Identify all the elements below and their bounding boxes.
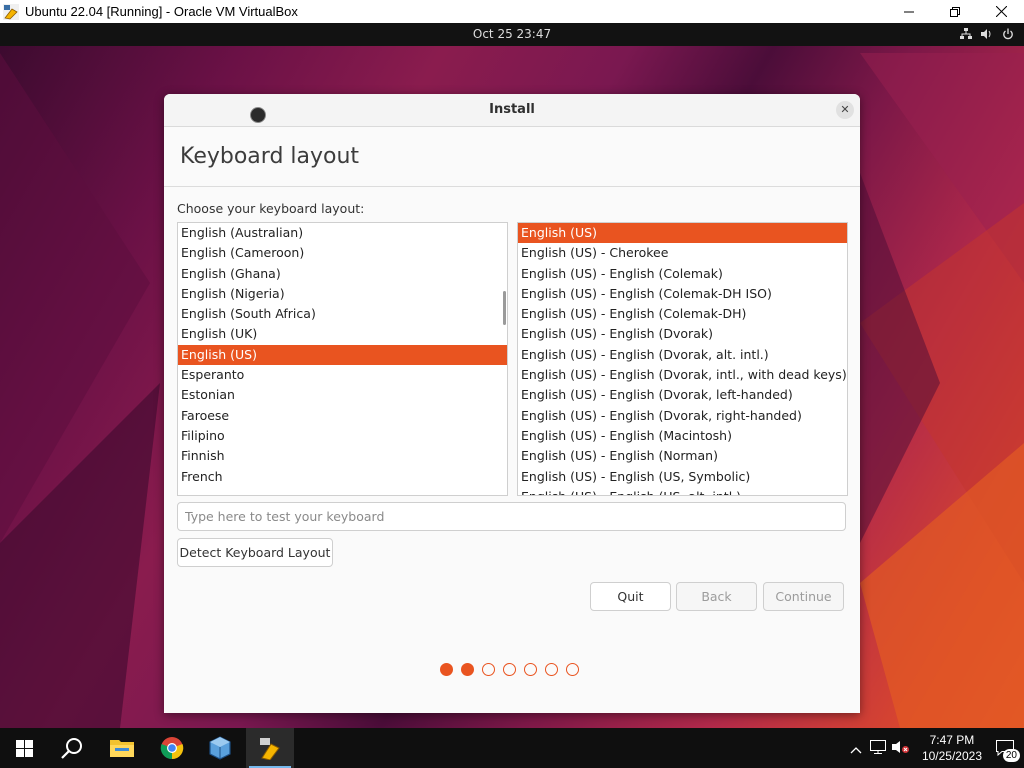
clock-time: 7:47 PM [929, 733, 975, 747]
window-title: Ubuntu 22.04 [Running] - Oracle VM Virtu… [25, 4, 298, 19]
virtualbox-app-icon[interactable] [3, 3, 19, 20]
network-status-icon[interactable] [869, 739, 886, 758]
gnome-top-bar: Oct 25 23:47 [0, 23, 1024, 46]
progress-dot [566, 663, 579, 676]
progress-dots [440, 663, 579, 676]
list-item[interactable]: English (US) - English (Colemak-DH) [518, 304, 847, 324]
list-item[interactable]: English (South Africa) [178, 304, 507, 324]
progress-dot-complete [461, 663, 474, 676]
list-item[interactable]: Esperanto [178, 365, 507, 385]
minimize-button[interactable] [886, 0, 932, 23]
list-item[interactable]: Finnish [178, 446, 507, 466]
list-item-selected[interactable]: English (US) [178, 344, 507, 366]
list-item[interactable]: English (US) - English (US, alt. intl.) [518, 487, 847, 495]
keyboard-test-input[interactable] [177, 502, 846, 531]
detect-keyboard-layout-button[interactable]: Detect Keyboard Layout [177, 538, 333, 567]
maximize-button[interactable] [932, 0, 978, 23]
install-dialog: Install ✕ Keyboard layout Choose your ke… [164, 94, 860, 713]
continue-button[interactable]: Continue [763, 582, 844, 611]
close-button[interactable] [978, 0, 1024, 23]
virtualbox-manager-button[interactable] [196, 728, 244, 768]
virtualbox-vm-button[interactable] [246, 728, 294, 768]
list-item[interactable]: English (US) - English (Dvorak, alt. int… [518, 345, 847, 365]
list-item[interactable]: English (US) - English (Colemak-DH ISO) [518, 284, 847, 304]
chevron-up-icon[interactable] [850, 739, 862, 758]
list-item[interactable]: English (US) - English (Dvorak, left-han… [518, 385, 847, 405]
list-item[interactable]: English (US) - English (Norman) [518, 446, 847, 466]
search-icon [61, 738, 82, 759]
list-item[interactable]: Filipino [178, 426, 507, 446]
layout-list[interactable]: English (Australian) English (Cameroon) … [177, 222, 508, 496]
back-button[interactable]: Back [676, 582, 757, 611]
speaker-muted-icon[interactable] [891, 739, 910, 758]
layout-prompt: Choose your keyboard layout: [177, 201, 365, 216]
progress-dot-complete [440, 663, 453, 676]
list-item[interactable]: English (US) - English (Dvorak, right-ha… [518, 406, 847, 426]
dialog-close-button[interactable]: ✕ [836, 101, 854, 119]
vbox-title-bar: Ubuntu 22.04 [Running] - Oracle VM Virtu… [0, 0, 1024, 23]
folder-icon [110, 740, 134, 757]
taskbar-clock[interactable]: 7:47 PM 10/25/2023 [922, 732, 982, 764]
gnome-clock[interactable]: Oct 25 23:47 [0, 23, 1024, 46]
list-item[interactable]: French [178, 467, 507, 487]
chrome-button[interactable] [148, 728, 196, 768]
list-item[interactable]: English (Cameroon) [178, 243, 507, 263]
variant-list[interactable]: English (US) English (US) - Cherokee Eng… [517, 222, 848, 496]
list-item[interactable]: English (UK) [178, 324, 507, 344]
system-tray: 7:47 PM 10/25/2023 20 [850, 728, 1024, 768]
progress-dot [524, 663, 537, 676]
list-item[interactable]: Estonian [178, 385, 507, 405]
list-item[interactable]: English (US) - English (Colemak) [518, 264, 847, 284]
divider [164, 186, 860, 187]
notification-button[interactable]: 20 [990, 728, 1020, 768]
volume-icon[interactable] [981, 25, 993, 44]
list-item[interactable]: Faroese [178, 406, 507, 426]
virtualbox-vm-icon [260, 738, 280, 760]
power-icon[interactable] [1002, 25, 1014, 44]
page-title: Keyboard layout [180, 144, 360, 169]
layout-list-scrollbar[interactable] [503, 291, 506, 325]
windows-logo-icon [15, 739, 33, 757]
clock-date: 10/25/2023 [921, 749, 982, 763]
list-item[interactable]: English (Nigeria) [178, 284, 507, 304]
list-item[interactable]: English (Australian) [178, 223, 507, 243]
search-button[interactable] [48, 728, 96, 768]
notification-count: 20 [1002, 749, 1020, 762]
windows-taskbar: 7:47 PM 10/25/2023 20 [0, 728, 1024, 768]
list-item[interactable]: English (US) - English (Dvorak) [518, 324, 847, 344]
list-item[interactable]: English (US) - English (Macintosh) [518, 426, 847, 446]
list-item[interactable]: English (US) - Cherokee [518, 243, 847, 263]
chrome-icon [160, 737, 184, 760]
virtualbox-icon [209, 736, 231, 760]
list-item[interactable]: English (US) - English (Dvorak, intl., w… [518, 365, 847, 385]
network-icon[interactable] [960, 25, 972, 44]
list-item[interactable]: English (US) - English (US, Symbolic) [518, 467, 847, 487]
vm-screen[interactable]: Oct 25 23:47 Install ✕ Keyboard layout C… [0, 23, 1024, 728]
progress-dot [482, 663, 495, 676]
dialog-title: Install [489, 102, 535, 117]
list-item[interactable]: English (Ghana) [178, 264, 507, 284]
dialog-header: Install ✕ [164, 94, 860, 127]
file-explorer-button[interactable] [98, 728, 146, 768]
quit-button[interactable]: Quit [590, 582, 671, 611]
progress-dot [545, 663, 558, 676]
list-item-selected[interactable]: English (US) [518, 223, 847, 244]
progress-dot [503, 663, 516, 676]
start-button[interactable] [0, 728, 48, 768]
